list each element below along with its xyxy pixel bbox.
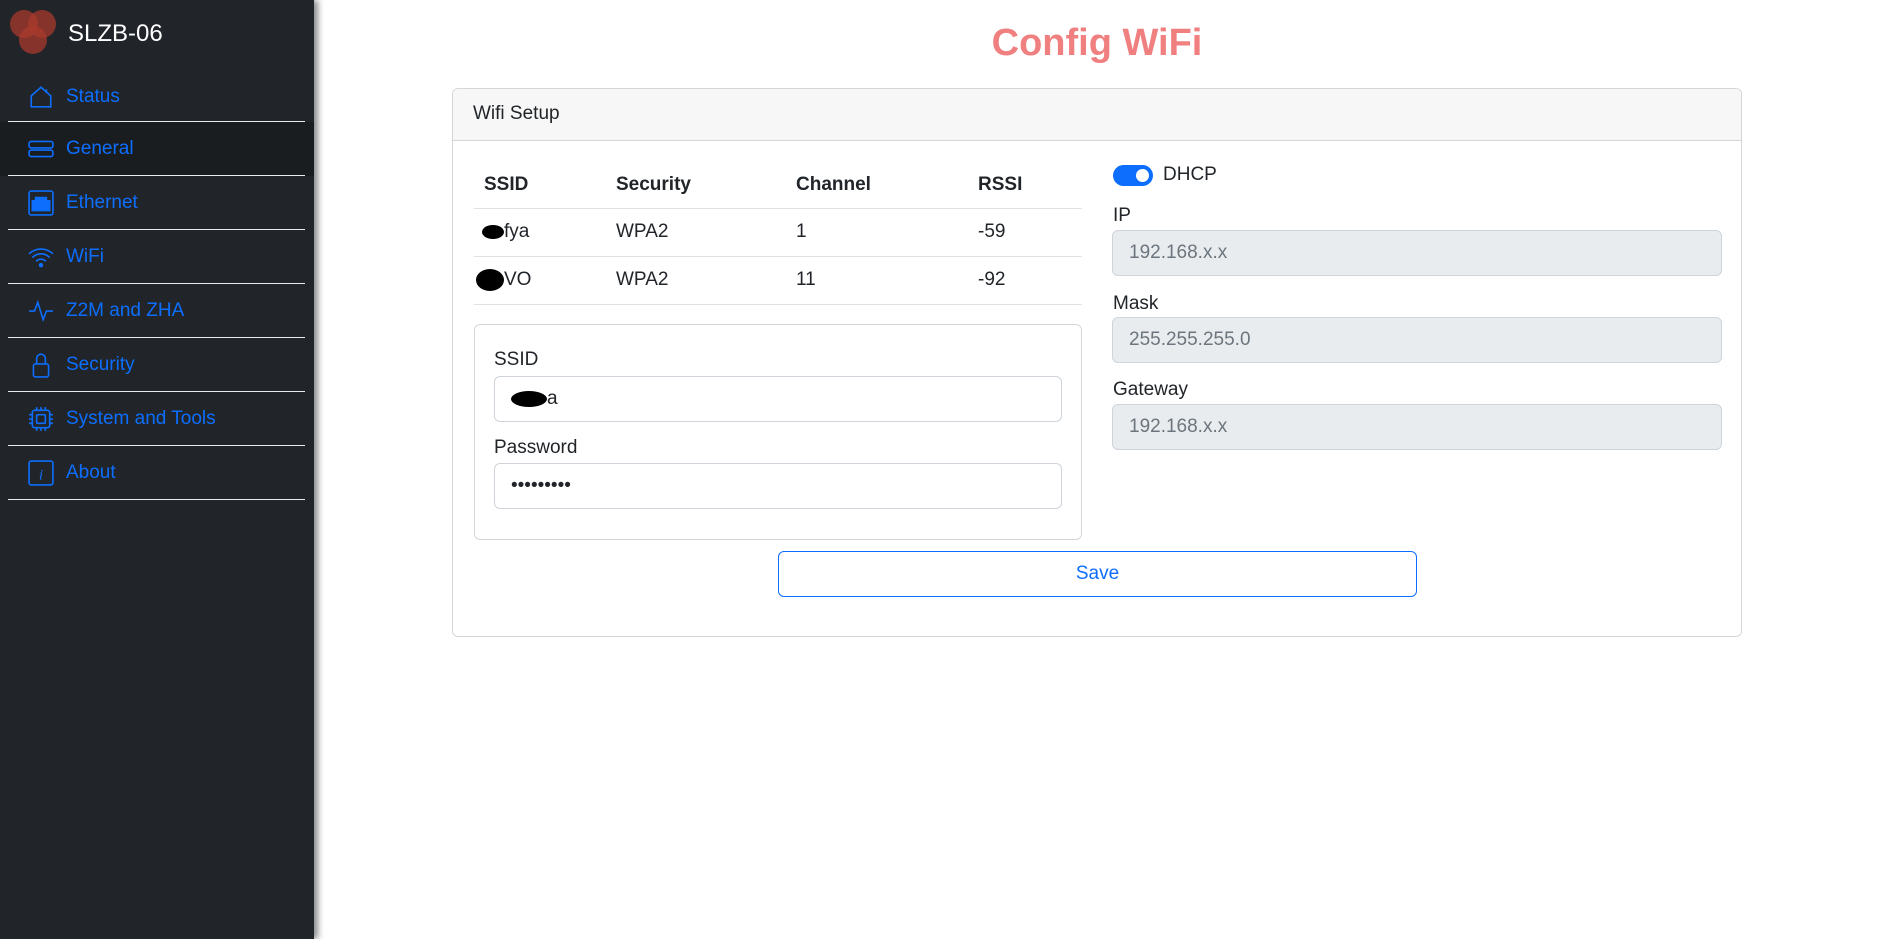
dhcp-label: DHCP [1163, 164, 1217, 185]
ssid-cell: fya [504, 221, 530, 242]
brand-title: SLZB-06 [68, 20, 163, 47]
channel-cell: 11 [796, 269, 816, 290]
ip-input[interactable]: 192.168.x.x [1112, 230, 1722, 276]
ssid-input[interactable]: a [494, 376, 1062, 422]
sidebar-item-security[interactable]: Security [0, 338, 314, 392]
security-cell: WPA2 [616, 269, 669, 290]
password-input[interactable]: ••••••••• [494, 463, 1062, 509]
gateway-input[interactable]: 192.168.x.x [1112, 404, 1722, 450]
save-button[interactable]: Save [778, 551, 1417, 597]
ssid-value: a [547, 388, 558, 409]
page-title: Config WiFi [991, 22, 1203, 64]
sidebar-item-label: Security [66, 354, 135, 375]
sidebar-item-label: About [66, 462, 116, 483]
column-header: RSSI [978, 174, 1023, 195]
sidebar-item-label: General [66, 138, 134, 159]
server-icon [28, 140, 54, 158]
redaction-mark [511, 391, 547, 407]
security-cell: WPA2 [616, 221, 669, 242]
password-value: ••••••••• [511, 475, 571, 496]
rssi-cell: -92 [978, 269, 1006, 290]
lock-icon [32, 353, 50, 378]
redaction-mark [482, 224, 504, 239]
activity-icon [29, 299, 53, 323]
sidebar-item-label: Ethernet [66, 192, 138, 213]
ip-value: 192.168.x.x [1129, 242, 1228, 263]
house-icon [30, 86, 52, 108]
sidebar-item-label: Z2M and ZHA [66, 300, 185, 321]
logo-icon [10, 10, 56, 54]
divider [8, 499, 305, 500]
channel-cell: 1 [796, 221, 807, 242]
table-row[interactable]: fya WPA2 1 -59 [474, 209, 1082, 256]
sidebar-item-label: WiFi [66, 246, 104, 267]
sidebar-item-about[interactable]: i About [0, 446, 314, 500]
column-header: Channel [796, 174, 871, 195]
sidebar-item-label: Status [66, 86, 120, 107]
sidebar-item-system-tools[interactable]: System and Tools [0, 392, 314, 446]
column-header: Security [616, 174, 691, 195]
ethernet-icon [28, 190, 54, 216]
sidebar-item-z2m-zha[interactable]: Z2M and ZHA [0, 284, 314, 338]
svg-text:i: i [39, 467, 43, 484]
divider [474, 304, 1082, 305]
mask-input[interactable]: 255.255.255.0 [1112, 317, 1722, 363]
info-icon: i [28, 460, 54, 486]
sidebar-item-status[interactable]: Status [0, 70, 314, 124]
ip-label: IP [1113, 205, 1131, 226]
gateway-label: Gateway [1113, 379, 1188, 400]
rssi-cell: -59 [978, 221, 1006, 242]
card-header: Wifi Setup [453, 89, 1741, 141]
sidebar-item-ethernet[interactable]: Ethernet [0, 176, 314, 230]
sidebar-item-general[interactable]: General [0, 122, 314, 176]
table-row[interactable]: VO WPA2 11 -92 [474, 257, 1082, 304]
ssid-cell: VO [504, 269, 532, 291]
sidebar-item-label: System and Tools [66, 408, 216, 429]
redaction-mark [476, 269, 504, 291]
wifi-icon [28, 248, 54, 268]
mask-label: Mask [1113, 293, 1159, 314]
sidebar: SLZB-06 Status General Ethernet WiFi Z2M… [0, 0, 314, 939]
column-header: SSID [484, 174, 529, 195]
password-label: Password [494, 437, 578, 458]
ssid-label: SSID [494, 349, 539, 370]
gateway-value: 192.168.x.x [1129, 416, 1228, 437]
sidebar-item-wifi[interactable]: WiFi [0, 230, 314, 284]
mask-value: 255.255.255.0 [1129, 329, 1251, 350]
dhcp-toggle[interactable] [1113, 165, 1153, 186]
cpu-icon [29, 407, 53, 431]
